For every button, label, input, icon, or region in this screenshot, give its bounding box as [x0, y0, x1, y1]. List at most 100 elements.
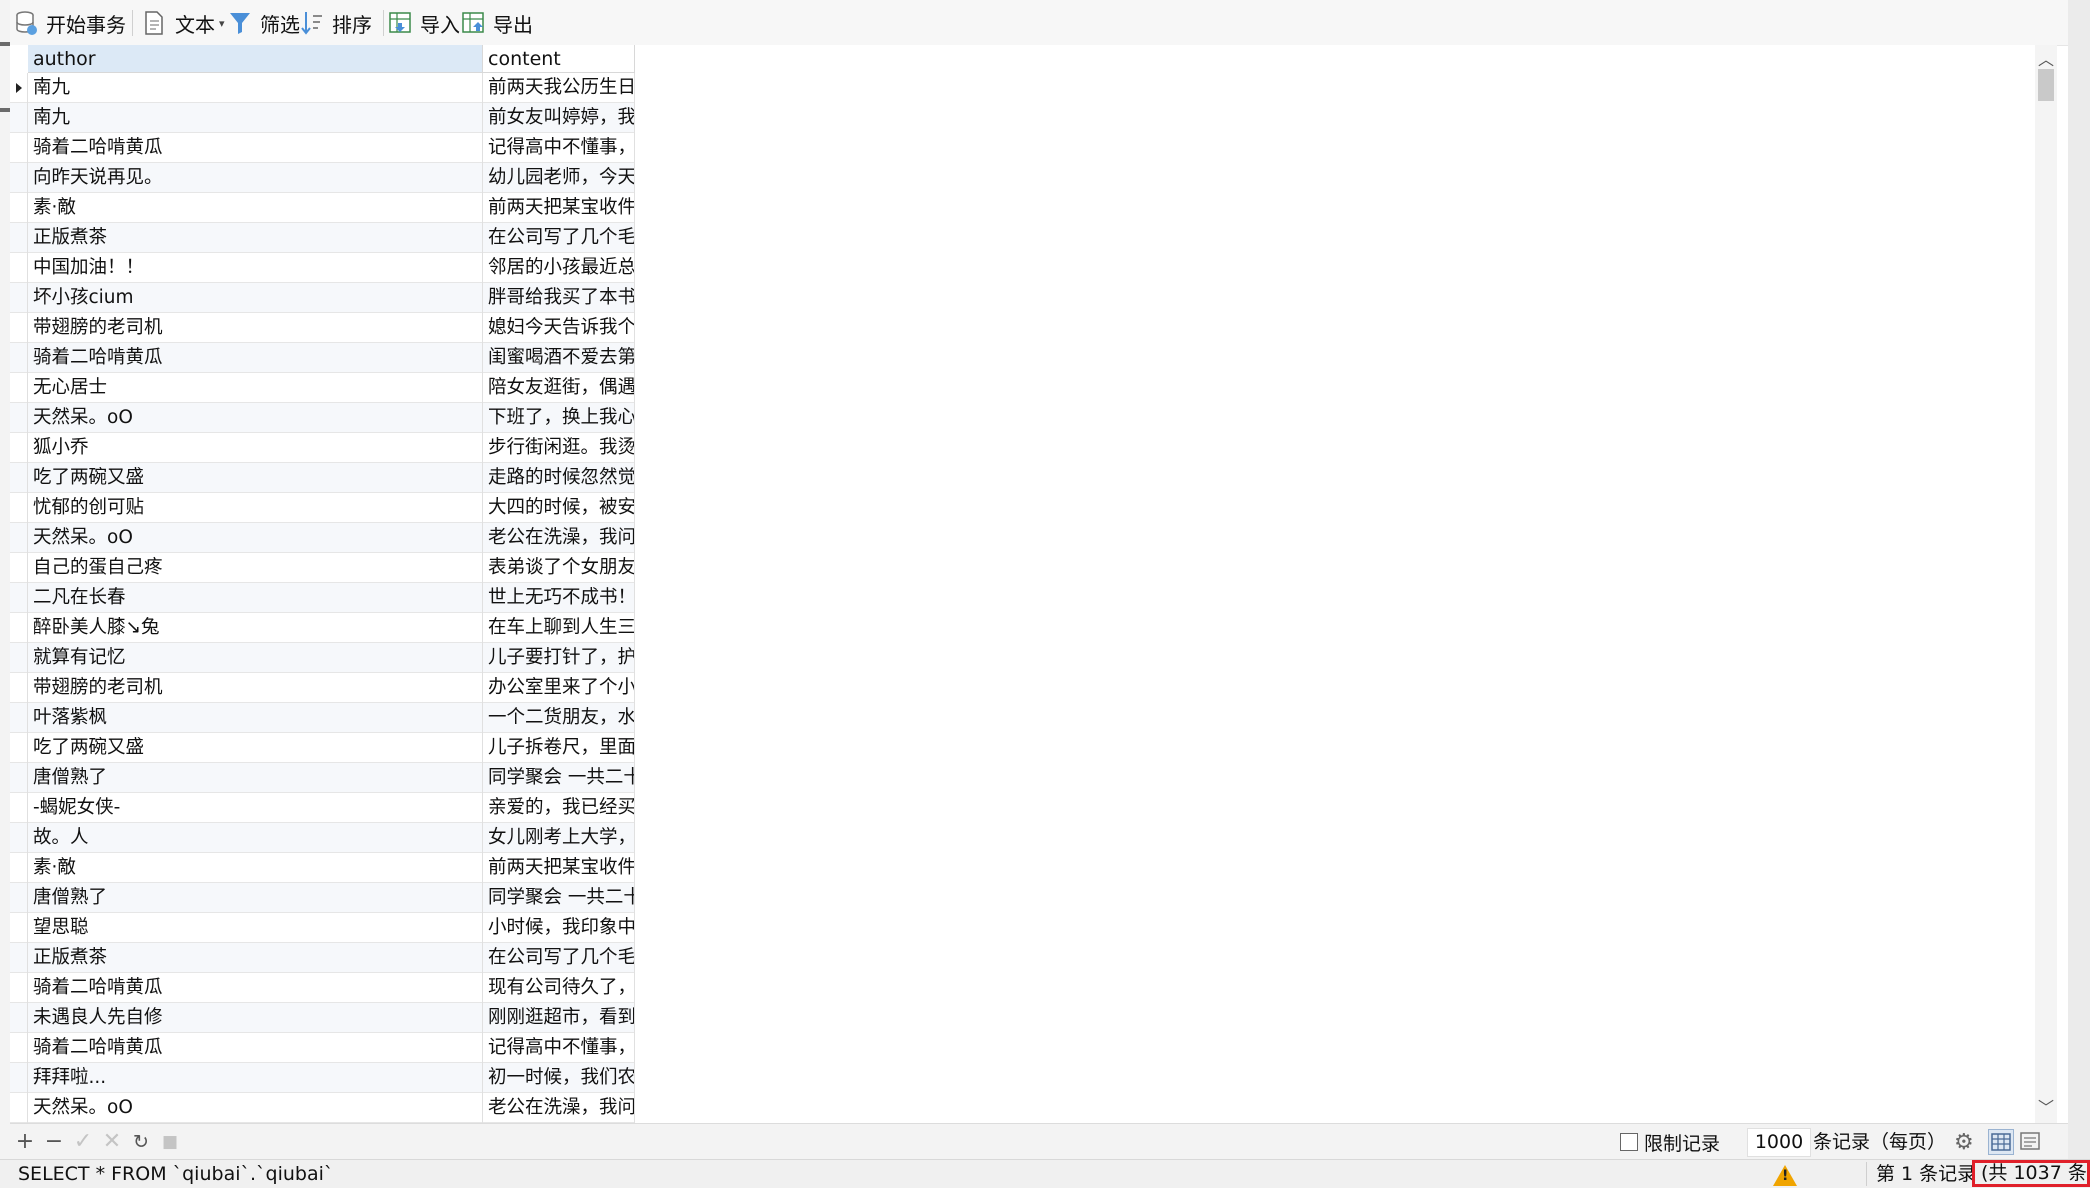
row-selector[interactable] [10, 1033, 28, 1063]
table-row[interactable]: 带翅膀的老司机 办公室里来了个小 [10, 673, 635, 703]
author-cell[interactable]: 素·敵 [28, 853, 483, 883]
author-cell[interactable]: 忧郁的创可贴 [28, 493, 483, 523]
table-row[interactable]: 骑着二哈啃黄瓜 现有公司待久了， [10, 973, 635, 1003]
table-row[interactable]: 中国加油！！ 邻居的小孩最近总 [10, 253, 635, 283]
content-cell[interactable]: 前女友叫婷婷，我们 [483, 103, 635, 133]
content-cell[interactable]: 一个二货朋友，水 [483, 703, 635, 733]
grid-view-icon[interactable] [1988, 1129, 2014, 1155]
table-row[interactable]: 二凡在长春 世上无巧不成书！ [10, 583, 635, 613]
author-cell[interactable]: 素·敵 [28, 193, 483, 223]
row-selector[interactable] [10, 343, 28, 373]
content-cell[interactable]: 女儿刚考上大学， [483, 823, 635, 853]
table-row[interactable]: 醉卧美人膝↘兔 在车上聊到人生三 [10, 613, 635, 643]
row-selector[interactable] [10, 493, 28, 523]
row-selector[interactable] [10, 73, 28, 103]
row-selector[interactable] [10, 673, 28, 703]
content-cell[interactable]: 邻居的小孩最近总 [483, 253, 635, 283]
content-cell[interactable]: 步行街闲逛。我烫 [483, 433, 635, 463]
row-selector[interactable] [10, 793, 28, 823]
export-button[interactable]: 导出 [461, 7, 533, 39]
table-row[interactable]: 吃了两碗又盛 儿子拆卷尺，里面 [10, 733, 635, 763]
apply-changes-icon[interactable]: ✓ [72, 1131, 94, 1153]
row-selector[interactable] [10, 133, 28, 163]
content-cell[interactable]: 在公司写了几个毛 [483, 943, 635, 973]
author-cell[interactable]: 天然呆。oO [28, 523, 483, 553]
table-row[interactable]: 自己的蛋自己疼 表弟谈了个女朋友, [10, 553, 635, 583]
author-cell[interactable]: 未遇良人先自修 [28, 1003, 483, 1033]
content-cell[interactable]: 初一时候，我们农 [483, 1063, 635, 1093]
content-cell[interactable]: 儿子要打针了，护 [483, 643, 635, 673]
row-selector[interactable] [10, 193, 28, 223]
author-cell[interactable]: 天然呆。oO [28, 403, 483, 433]
table-row[interactable]: 天然呆。oO 老公在洗澡，我问 [10, 1093, 635, 1123]
scroll-up-icon[interactable]: ︿ [2035, 49, 2057, 71]
stop-icon[interactable]: ■ [159, 1131, 181, 1153]
limit-records-toggle[interactable]: 限制记录 [1620, 1129, 1720, 1155]
table-row[interactable]: 南九前女友叫婷婷，我们 [10, 103, 635, 133]
content-cell[interactable]: 刚刚逛超市，看到 [483, 1003, 635, 1033]
table-row[interactable]: 正版煮茶 在公司写了几个毛 [10, 223, 635, 253]
gear-icon[interactable]: ⚙ [1954, 1130, 1974, 1155]
row-selector[interactable] [10, 463, 28, 493]
row-selector[interactable] [10, 1063, 28, 1093]
row-selector[interactable] [10, 403, 28, 433]
limit-checkbox[interactable] [1620, 1133, 1638, 1151]
text-menu-button[interactable]: 文本 ▾ [143, 7, 225, 39]
author-cell[interactable]: 二凡在长春 [28, 583, 483, 613]
author-cell[interactable]: 骑着二哈啃黄瓜 [28, 1033, 483, 1063]
table-row[interactable]: 南九 前两天我公历生日, [10, 73, 635, 103]
author-cell[interactable]: 故。人 [28, 823, 483, 853]
scroll-down-icon[interactable]: ﹀ [2035, 1097, 2057, 1119]
author-cell[interactable]: 带翅膀的老司机 [28, 313, 483, 343]
table-row[interactable]: 骑着二哈啃黄瓜 闺蜜喝酒不爱去第 [10, 343, 635, 373]
content-cell[interactable]: 记得高中不懂事， [483, 133, 635, 163]
author-cell[interactable]: -蝎妮女侠- [28, 793, 483, 823]
content-cell[interactable]: 走路的时候忽然觉 [483, 463, 635, 493]
author-cell[interactable]: 吃了两碗又盛 [28, 733, 483, 763]
content-cell[interactable]: 前两天我公历生日, [483, 73, 635, 103]
author-cell[interactable]: 就算有记忆 [28, 643, 483, 673]
row-selector[interactable] [10, 733, 28, 763]
table-row[interactable]: 无心居士 陪女友逛街，偶遇 [10, 373, 635, 403]
content-cell[interactable]: 现有公司待久了， [483, 973, 635, 1003]
content-cell[interactable]: 在公司写了几个毛 [483, 223, 635, 253]
row-selector[interactable] [10, 913, 28, 943]
row-selector[interactable] [10, 1003, 28, 1033]
table-row[interactable]: 天然呆。oO 下班了，换上我心 [10, 403, 635, 433]
add-record-icon[interactable]: + [14, 1131, 36, 1153]
import-button[interactable]: 导入 [388, 7, 460, 39]
row-selector[interactable] [10, 253, 28, 283]
sort-button[interactable]: 排序 [300, 7, 372, 39]
refresh-icon[interactable]: ↻ [130, 1131, 152, 1153]
table-row[interactable]: 素·敵 前两天把某宝收件, [10, 193, 635, 223]
content-cell[interactable]: 表弟谈了个女朋友, [483, 553, 635, 583]
author-cell[interactable]: 拜拜啦... [28, 1063, 483, 1093]
author-cell[interactable]: 天然呆。oO [28, 1093, 483, 1123]
table-row[interactable]: 骑着二哈啃黄瓜 记得高中不懂事， [10, 133, 635, 163]
content-cell[interactable]: 陪女友逛街，偶遇 [483, 373, 635, 403]
table-row[interactable]: 未遇良人先自修 刚刚逛超市，看到 [10, 1003, 635, 1033]
form-view-icon[interactable] [2018, 1129, 2044, 1155]
author-cell[interactable]: 正版煮茶 [28, 943, 483, 973]
table-row[interactable]: 带翅膀的老司机 媳妇今天告诉我个 [10, 313, 635, 343]
row-selector[interactable] [10, 823, 28, 853]
row-selector[interactable] [10, 643, 28, 673]
begin-transaction-button[interactable]: 开始事务 [14, 7, 126, 39]
row-selector[interactable] [10, 703, 28, 733]
content-cell[interactable]: 儿子拆卷尺，里面 [483, 733, 635, 763]
row-selector[interactable] [10, 553, 28, 583]
author-cell[interactable]: 叶落紫枫 [28, 703, 483, 733]
content-cell[interactable]: 世上无巧不成书！ [483, 583, 635, 613]
content-cell[interactable]: 亲爱的，我已经买 [483, 793, 635, 823]
limit-value-input[interactable]: 1000 [1747, 1128, 1811, 1157]
content-cell[interactable]: 胖哥给我买了本书 [483, 283, 635, 313]
table-row[interactable]: 忧郁的创可贴 大四的时候，被安 [10, 493, 635, 523]
table-row[interactable]: 素·敵 前两天把某宝收件, [10, 853, 635, 883]
row-selector[interactable] [10, 1093, 28, 1123]
author-cell[interactable]: 狐小乔 [28, 433, 483, 463]
content-cell[interactable]: 在车上聊到人生三 [483, 613, 635, 643]
row-selector[interactable] [10, 943, 28, 973]
table-row[interactable]: 吃了两碗又盛 走路的时候忽然觉 [10, 463, 635, 493]
row-selector[interactable] [10, 373, 28, 403]
author-cell[interactable]: 中国加油！！ [28, 253, 483, 283]
